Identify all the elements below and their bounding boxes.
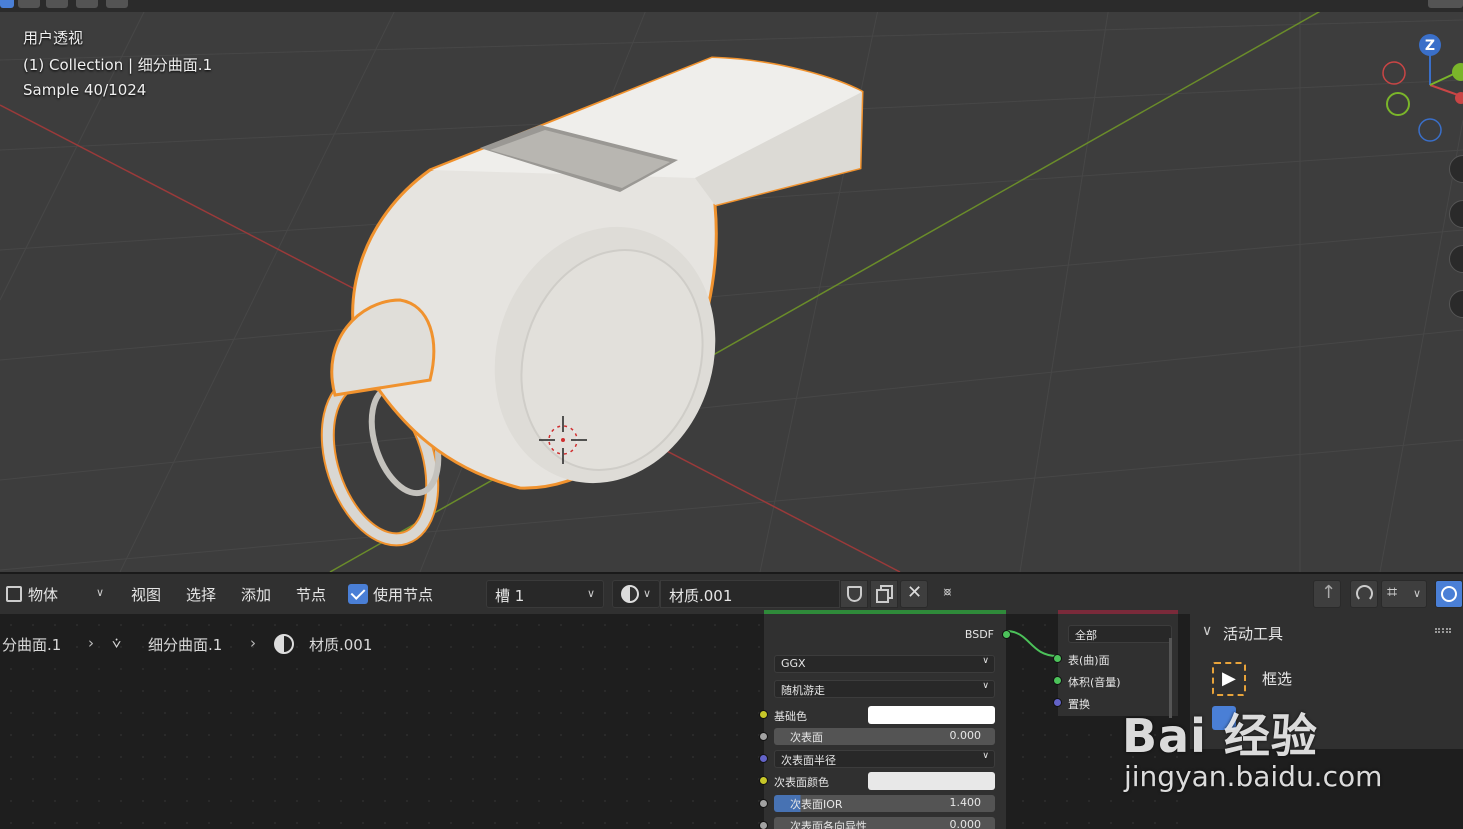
subsurface-field[interactable]: 次表面 0.000: [774, 728, 995, 745]
bsdf-output-label: BSDF: [964, 628, 994, 641]
bsdf-output-socket[interactable]: [1002, 630, 1011, 639]
base-color-label: 基础色: [774, 710, 807, 723]
surface-input-label: 表(曲)面: [1068, 654, 1110, 667]
cursor-arrow-icon: ▶: [1222, 668, 1236, 689]
subsurface-method-label: 随机游走: [781, 684, 825, 697]
chevron-down-icon: ∨: [982, 656, 989, 666]
subsurface-socket[interactable]: [759, 732, 768, 741]
subsurface-label: 次表面: [790, 731, 823, 744]
subsurface-ior-field[interactable]: 次表面IOR 1.400: [774, 795, 995, 812]
distribution-label: GGX: [781, 657, 806, 670]
baidu-watermark-logo: Bai 经验: [1122, 709, 1318, 763]
subsurface-anisotropy-socket[interactable]: [759, 821, 768, 829]
active-tool-name: 框选: [1262, 670, 1293, 688]
subsurface-radius-label: 次表面半径: [781, 754, 836, 767]
subsurface-ior-label: 次表面IOR: [790, 798, 843, 811]
subsurface-radius-select[interactable]: 次表面半径 ∨: [774, 750, 995, 768]
subsurface-anisotropy-value: 0.000: [949, 818, 982, 829]
subsurface-radius-socket[interactable]: [759, 754, 768, 763]
subsurface-ior-value: 1.400: [949, 796, 982, 809]
subsurface-color-label: 次表面颜色: [774, 776, 829, 789]
distribution-select[interactable]: GGX ∨: [774, 655, 995, 673]
subsurface-anisotropy-label: 次表面各向异性: [790, 820, 867, 829]
base-color-socket[interactable]: [759, 710, 768, 719]
subsurface-color-socket[interactable]: [759, 776, 768, 785]
chevron-down-icon[interactable]: ∨: [1202, 623, 1212, 639]
baidu-watermark-url: jingyan.baidu.com: [1124, 760, 1383, 793]
subsurface-value: 0.000: [949, 729, 982, 742]
base-color-swatch[interactable]: [868, 706, 995, 724]
displacement-input-socket[interactable]: [1053, 698, 1062, 707]
subsurface-ior-socket[interactable]: [759, 799, 768, 808]
principled-bsdf-node[interactable]: BSDF GGX ∨ 随机游走 ∨ 基础色 次表面 0.000 次表面半径 ∨ …: [759, 610, 1011, 829]
active-tool-panel-title[interactable]: 活动工具: [1223, 623, 1283, 644]
subsurface-method-select[interactable]: 随机游走 ∨: [774, 680, 995, 698]
volume-input-socket[interactable]: [1053, 676, 1062, 685]
displacement-input-label: 置换: [1068, 698, 1090, 711]
volume-input-label: 体积(音量): [1068, 676, 1121, 689]
subsurface-color-swatch[interactable]: [868, 772, 995, 790]
drag-handle-icon[interactable]: [1435, 628, 1451, 633]
output-target-select[interactable]: 全部: [1068, 625, 1172, 643]
box-select-tool-icon[interactable]: ▶: [1212, 662, 1246, 696]
subsurface-anisotropy-field[interactable]: 次表面各向异性 0.000: [774, 817, 995, 829]
output-target-label: 全部: [1075, 629, 1097, 642]
chevron-down-icon: ∨: [982, 681, 989, 691]
surface-input-socket[interactable]: [1053, 654, 1062, 663]
chevron-down-icon: ∨: [982, 751, 989, 761]
